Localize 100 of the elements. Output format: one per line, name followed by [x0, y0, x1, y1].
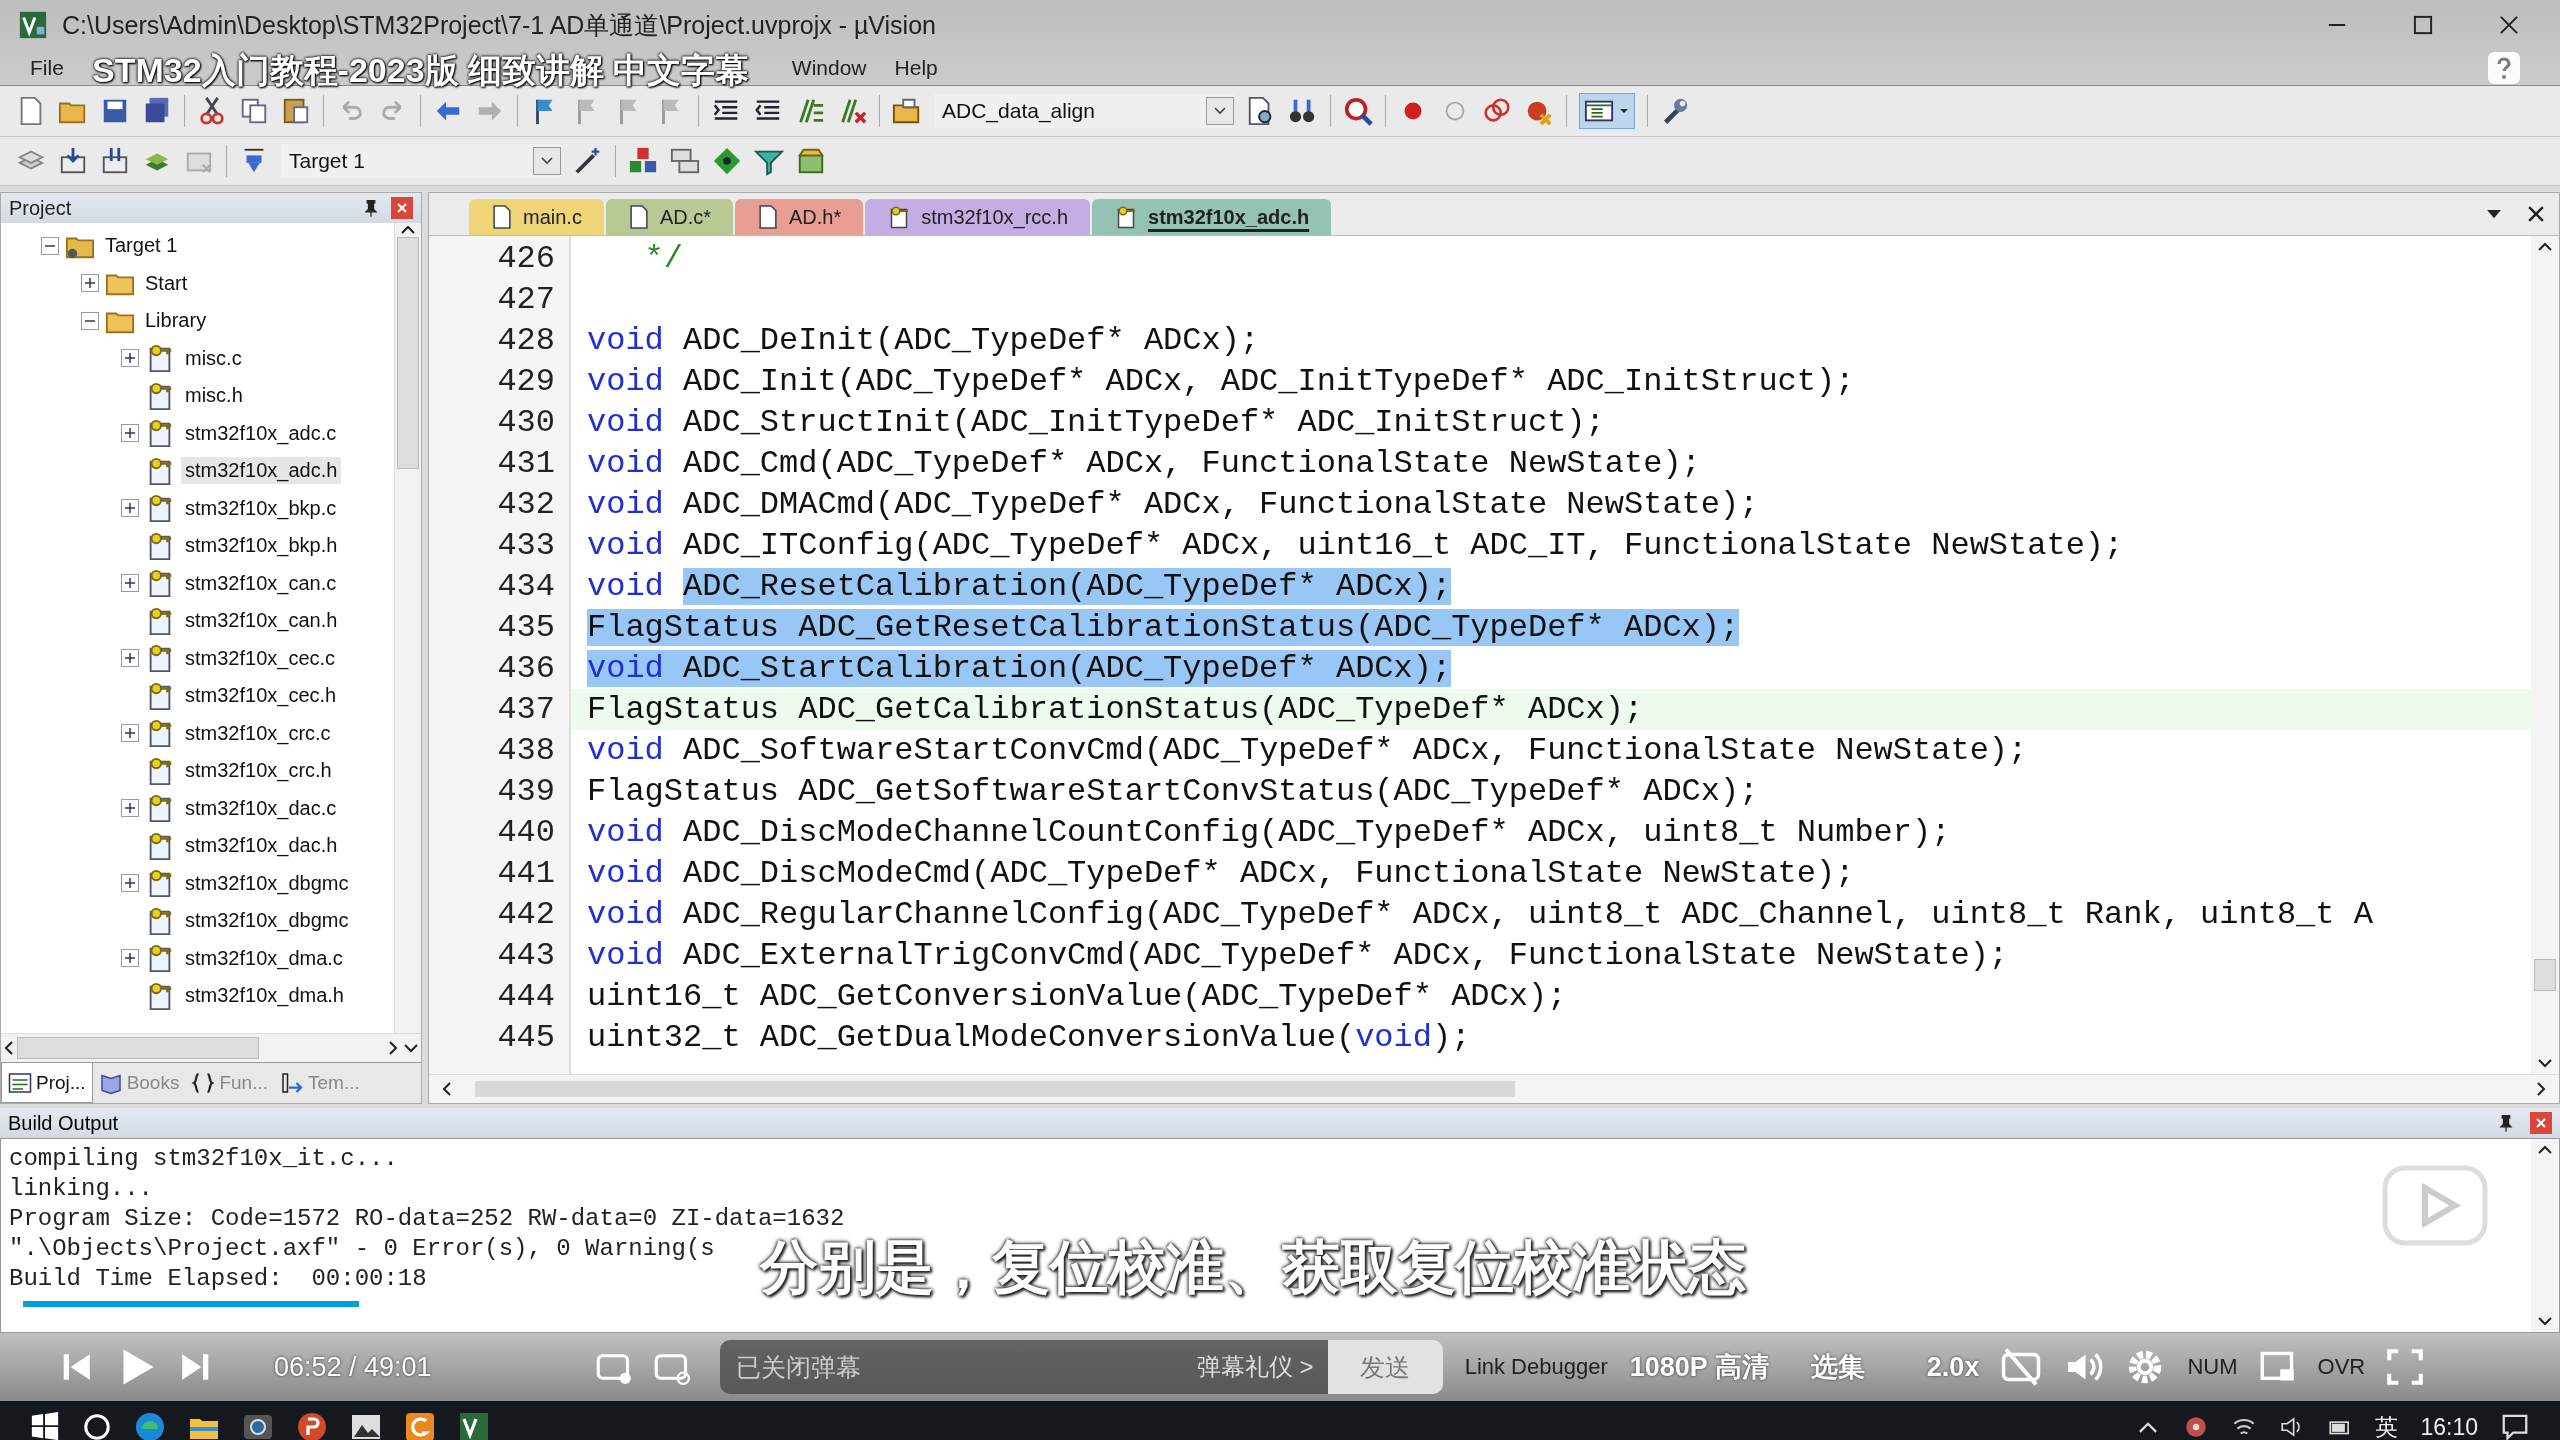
search-icon[interactable] [82, 1412, 112, 1440]
tree-item[interactable]: stm32f10x_adc.h [181, 457, 342, 485]
browser-icon[interactable] [134, 1411, 166, 1440]
tree-item[interactable]: stm32f10x_cec.h [181, 682, 341, 710]
line-number: 430 [496, 403, 556, 443]
copy-icon[interactable] [239, 96, 269, 126]
code-line: void ADC_SoftwareStartConvCmd(ADC_TypeDef* ADCx, FunctionalState NewState); [586, 731, 2029, 771]
expand-toggle[interactable] [121, 874, 139, 893]
menu-item[interactable]: Help [880, 55, 952, 80]
magnifier-icon[interactable] [1343, 96, 1373, 126]
expand-toggle[interactable] [81, 311, 99, 330]
line-number: 438 [496, 731, 556, 771]
file-icon [627, 204, 650, 230]
scrollbar-thumb[interactable] [17, 1037, 259, 1059]
expand-toggle[interactable] [41, 236, 59, 255]
code-line: uint16_t ADC_GetConversionValue(ADC_TypeDef* ADCx); [586, 977, 1568, 1017]
tree-item[interactable]: stm32f10x_crc.c [181, 719, 335, 747]
tree-item[interactable]: Target 1 [101, 232, 182, 260]
tree-item[interactable]: stm32f10x_adc.c [181, 419, 341, 447]
diamond-icon[interactable] [712, 146, 742, 176]
app-icon[interactable] [404, 1411, 436, 1440]
panel-tab[interactable]: Proj... [1, 1063, 93, 1103]
code-line: void ADC_DiscModeCmd(ADC_TypeDef* ADCx, FunctionalState NewState); [586, 854, 1856, 894]
code-line: void ADC_Init(ADC_TypeDef* ADCx, ADC_InitTypeDef* ADC_InitStruct); [586, 362, 1856, 402]
scroll-down-icon[interactable] [2535, 1056, 2555, 1070]
etiquette-link[interactable]: 弹幕礼仪 > [1196, 1351, 1314, 1383]
tree-item[interactable]: misc.c [181, 344, 246, 372]
download-box-icon[interactable] [100, 146, 130, 176]
slides-app-icon[interactable] [296, 1411, 328, 1440]
code-line: void ADC_StructInit(ADC_InitTypeDef* ADC_InitStruct); [586, 403, 1606, 443]
paste-icon[interactable] [281, 96, 311, 126]
input-method-indicator[interactable]: 英 [2375, 1411, 2399, 1440]
editor-tab[interactable]: AD.c* [605, 199, 734, 235]
scrollbar[interactable] [2531, 236, 2559, 1074]
line-number: 441 [496, 854, 556, 894]
code-line: FlagStatus ADC_GetSoftwareStartConvStatus(ADC_TypeDef* ADCx); [586, 772, 1760, 812]
subtitle-off-icon[interactable] [2001, 1347, 2042, 1387]
tree-item[interactable]: stm32f10x_can.c [181, 569, 341, 597]
window-layout-button[interactable] [1579, 93, 1635, 129]
tree-item[interactable]: misc.h [181, 382, 247, 410]
scrollbar[interactable] [2531, 1139, 2559, 1332]
menu-item[interactable]: File [16, 55, 78, 80]
download-box-icon[interactable] [58, 146, 88, 176]
open-folder-icon[interactable] [892, 96, 922, 126]
fullscreen-icon[interactable] [2387, 1349, 2424, 1385]
editor-tab[interactable]: stm32f10x_rcc.h [865, 199, 1090, 235]
line-number: 431 [496, 444, 556, 484]
clock[interactable]: 16:10 [2420, 1413, 2478, 1440]
tree-item[interactable]: stm32f10x_dma.c [181, 944, 347, 972]
tree-item[interactable]: stm32f10x_bkp.c [181, 494, 341, 522]
app-logo-icon[interactable] [458, 1411, 490, 1440]
expand-toggle[interactable] [121, 349, 139, 368]
tree-item[interactable]: stm32f10x_cec.c [181, 644, 340, 672]
tree-item[interactable]: stm32f10x_dbgmc [181, 869, 353, 897]
tree-item[interactable]: stm32f10x_dbgmc [181, 907, 353, 935]
expand-toggle[interactable] [121, 949, 139, 968]
danmaku-input[interactable]: 已关闭弹幕 弹幕礼仪 > [719, 1340, 1328, 1394]
expand-toggle[interactable] [81, 274, 99, 293]
line-number: 445 [496, 1018, 556, 1058]
scrollbar-thumb[interactable] [397, 237, 419, 469]
code-line: uint32_t ADC_GetDualModeConversionValue(void); [586, 1018, 1472, 1058]
line-number: 443 [496, 936, 556, 976]
tree-item[interactable]: Library [141, 307, 211, 335]
tree-item[interactable]: stm32f10x_dac.c [181, 794, 341, 822]
scissors-icon[interactable] [197, 96, 227, 126]
code-line: void ADC_ExternalTrigConvCmd(ADC_TypeDef* ADCx, FunctionalState NewState); [586, 936, 2010, 976]
scrollbar[interactable] [394, 223, 421, 1033]
start-icon[interactable] [30, 1412, 60, 1440]
find-combobox[interactable]: ADC_data_align [934, 94, 1234, 128]
menu-item[interactable]: Window [777, 55, 881, 80]
expand-toggle[interactable] [121, 724, 139, 743]
scroll-down-icon[interactable] [401, 1041, 421, 1055]
video-title: STM32入门教程-2023版 细致讲解 中文字幕 [92, 50, 750, 92]
expand-toggle[interactable] [121, 499, 139, 518]
notification-icon[interactable] [2500, 1412, 2530, 1440]
horizontal-scrollbar[interactable] [429, 1074, 2559, 1103]
expand-toggle[interactable] [121, 574, 139, 593]
tree-item[interactable]: stm32f10x_dma.h [181, 982, 348, 1010]
scrollbar-thumb[interactable] [475, 1081, 1515, 1097]
tree-item[interactable]: stm32f10x_crc.h [181, 757, 336, 785]
editor-tab[interactable]: main.c [469, 199, 604, 235]
horizontal-scrollbar[interactable] [1, 1033, 421, 1062]
help-icon[interactable] [2488, 51, 2520, 84]
expand-toggle[interactable] [121, 424, 139, 443]
boxes-icon[interactable] [796, 146, 826, 176]
expand-toggle[interactable] [121, 799, 139, 818]
status-text: OVR [2317, 1354, 2366, 1380]
tree-item[interactable]: stm32f10x_can.h [181, 607, 342, 635]
list-window-icon [8, 1070, 32, 1095]
scroll-down-icon[interactable] [2535, 1314, 2555, 1328]
tree-item[interactable]: Start [141, 269, 192, 297]
editor-tab[interactable]: stm32f10x_adc.h [1092, 199, 1332, 235]
editor-tab[interactable]: AD.h* [735, 199, 864, 235]
scrollbar-thumb[interactable] [2534, 959, 2556, 991]
tree-item[interactable]: stm32f10x_dac.h [181, 832, 342, 860]
expand-toggle[interactable] [121, 649, 139, 668]
output-line: compiling stm32f10x_it.c... [9, 1145, 398, 1174]
target-combobox[interactable]: Target 1 [281, 144, 561, 178]
windows-stack-icon[interactable] [670, 146, 700, 176]
tree-item[interactable]: stm32f10x_bkp.h [181, 532, 342, 560]
